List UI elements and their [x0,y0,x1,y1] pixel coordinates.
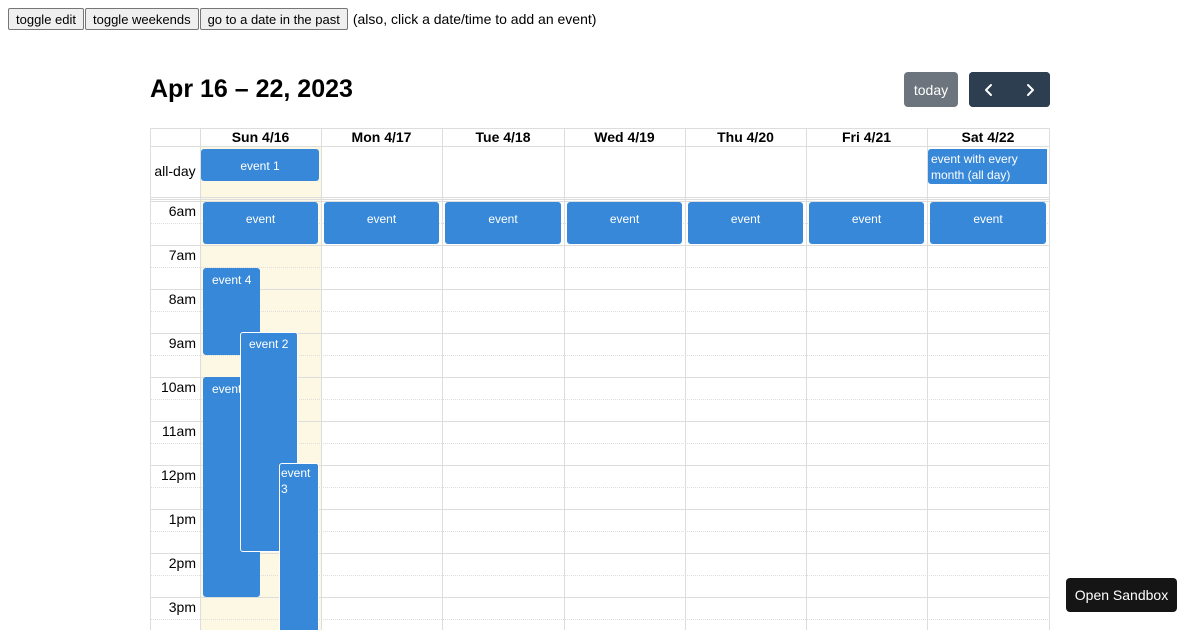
time-label: 10am [160,379,196,395]
timed-event[interactable]: event [930,202,1046,244]
half-hour-line [150,267,1050,268]
half-hour-line [150,311,1050,312]
column-line [1049,128,1050,630]
chevron-right-icon [1026,83,1034,96]
header-bottom-line [150,146,1050,147]
allday-label: all-day [154,163,196,179]
prev-week-button[interactable] [969,72,1010,107]
time-label: 2pm [168,555,196,571]
day-header[interactable]: Tue 4/18 [442,128,564,146]
timed-event[interactable]: event [203,202,318,244]
demo-toolbar: toggle edit toggle weekends go to a date… [8,8,596,30]
day-header[interactable]: Thu 4/20 [685,128,806,146]
timed-event[interactable]: event [324,202,439,244]
go-to-past-date-button[interactable]: go to a date in the past [199,8,348,30]
column-line [564,128,565,630]
time-label: 9am [168,335,196,351]
day-header[interactable]: Fri 4/21 [806,128,927,146]
timed-event[interactable]: event [688,202,803,244]
calendar-title: Apr 16 – 22, 2023 [150,75,353,103]
open-sandbox-button[interactable]: Open Sandbox [1066,578,1177,612]
day-header[interactable]: Wed 4/19 [564,128,685,146]
column-line [806,128,807,630]
day-header[interactable]: Mon 4/17 [321,128,442,146]
column-line [685,128,686,630]
column-line [321,128,322,630]
hour-line [150,289,1050,290]
allday-event[interactable]: event 1 [201,149,319,181]
timed-event[interactable]: event [809,202,924,244]
nav-button-group [969,72,1050,107]
column-line [200,128,201,630]
chevron-left-icon [985,83,993,96]
time-label: 8am [168,291,196,307]
day-header[interactable]: Sat 4/22 [927,128,1049,146]
toolbar-hint: (also, click a date/time to add an event… [352,11,597,27]
toggle-weekends-button[interactable]: toggle weekends [85,8,199,30]
time-label: 12pm [160,467,196,483]
time-label: 11am [162,423,196,439]
allday-event[interactable]: event with every month (all day) [928,149,1047,184]
hour-line [150,245,1050,246]
time-label: 7am [168,247,196,263]
week-calendar-grid[interactable]: Sun 4/16 Mon 4/17 Tue 4/18 Wed 4/19 Thu 4/20… [150,128,1050,630]
toggle-edit-button[interactable]: toggle edit [8,8,84,30]
timed-event[interactable]: event [567,202,682,244]
time-label: 6am [168,203,196,219]
time-label: 3pm [168,599,196,615]
today-button[interactable]: today [904,72,958,107]
time-label: 1pm [168,511,196,527]
allday-bottom-line [150,197,1050,198]
column-line [442,128,443,630]
timed-event[interactable]: event 3 [279,463,319,630]
day-header[interactable]: Sun 4/16 [200,128,321,146]
timed-event[interactable]: event [445,202,561,244]
allday-divider-line [150,199,1050,200]
next-week-button[interactable] [1009,72,1050,107]
column-line [927,128,928,630]
